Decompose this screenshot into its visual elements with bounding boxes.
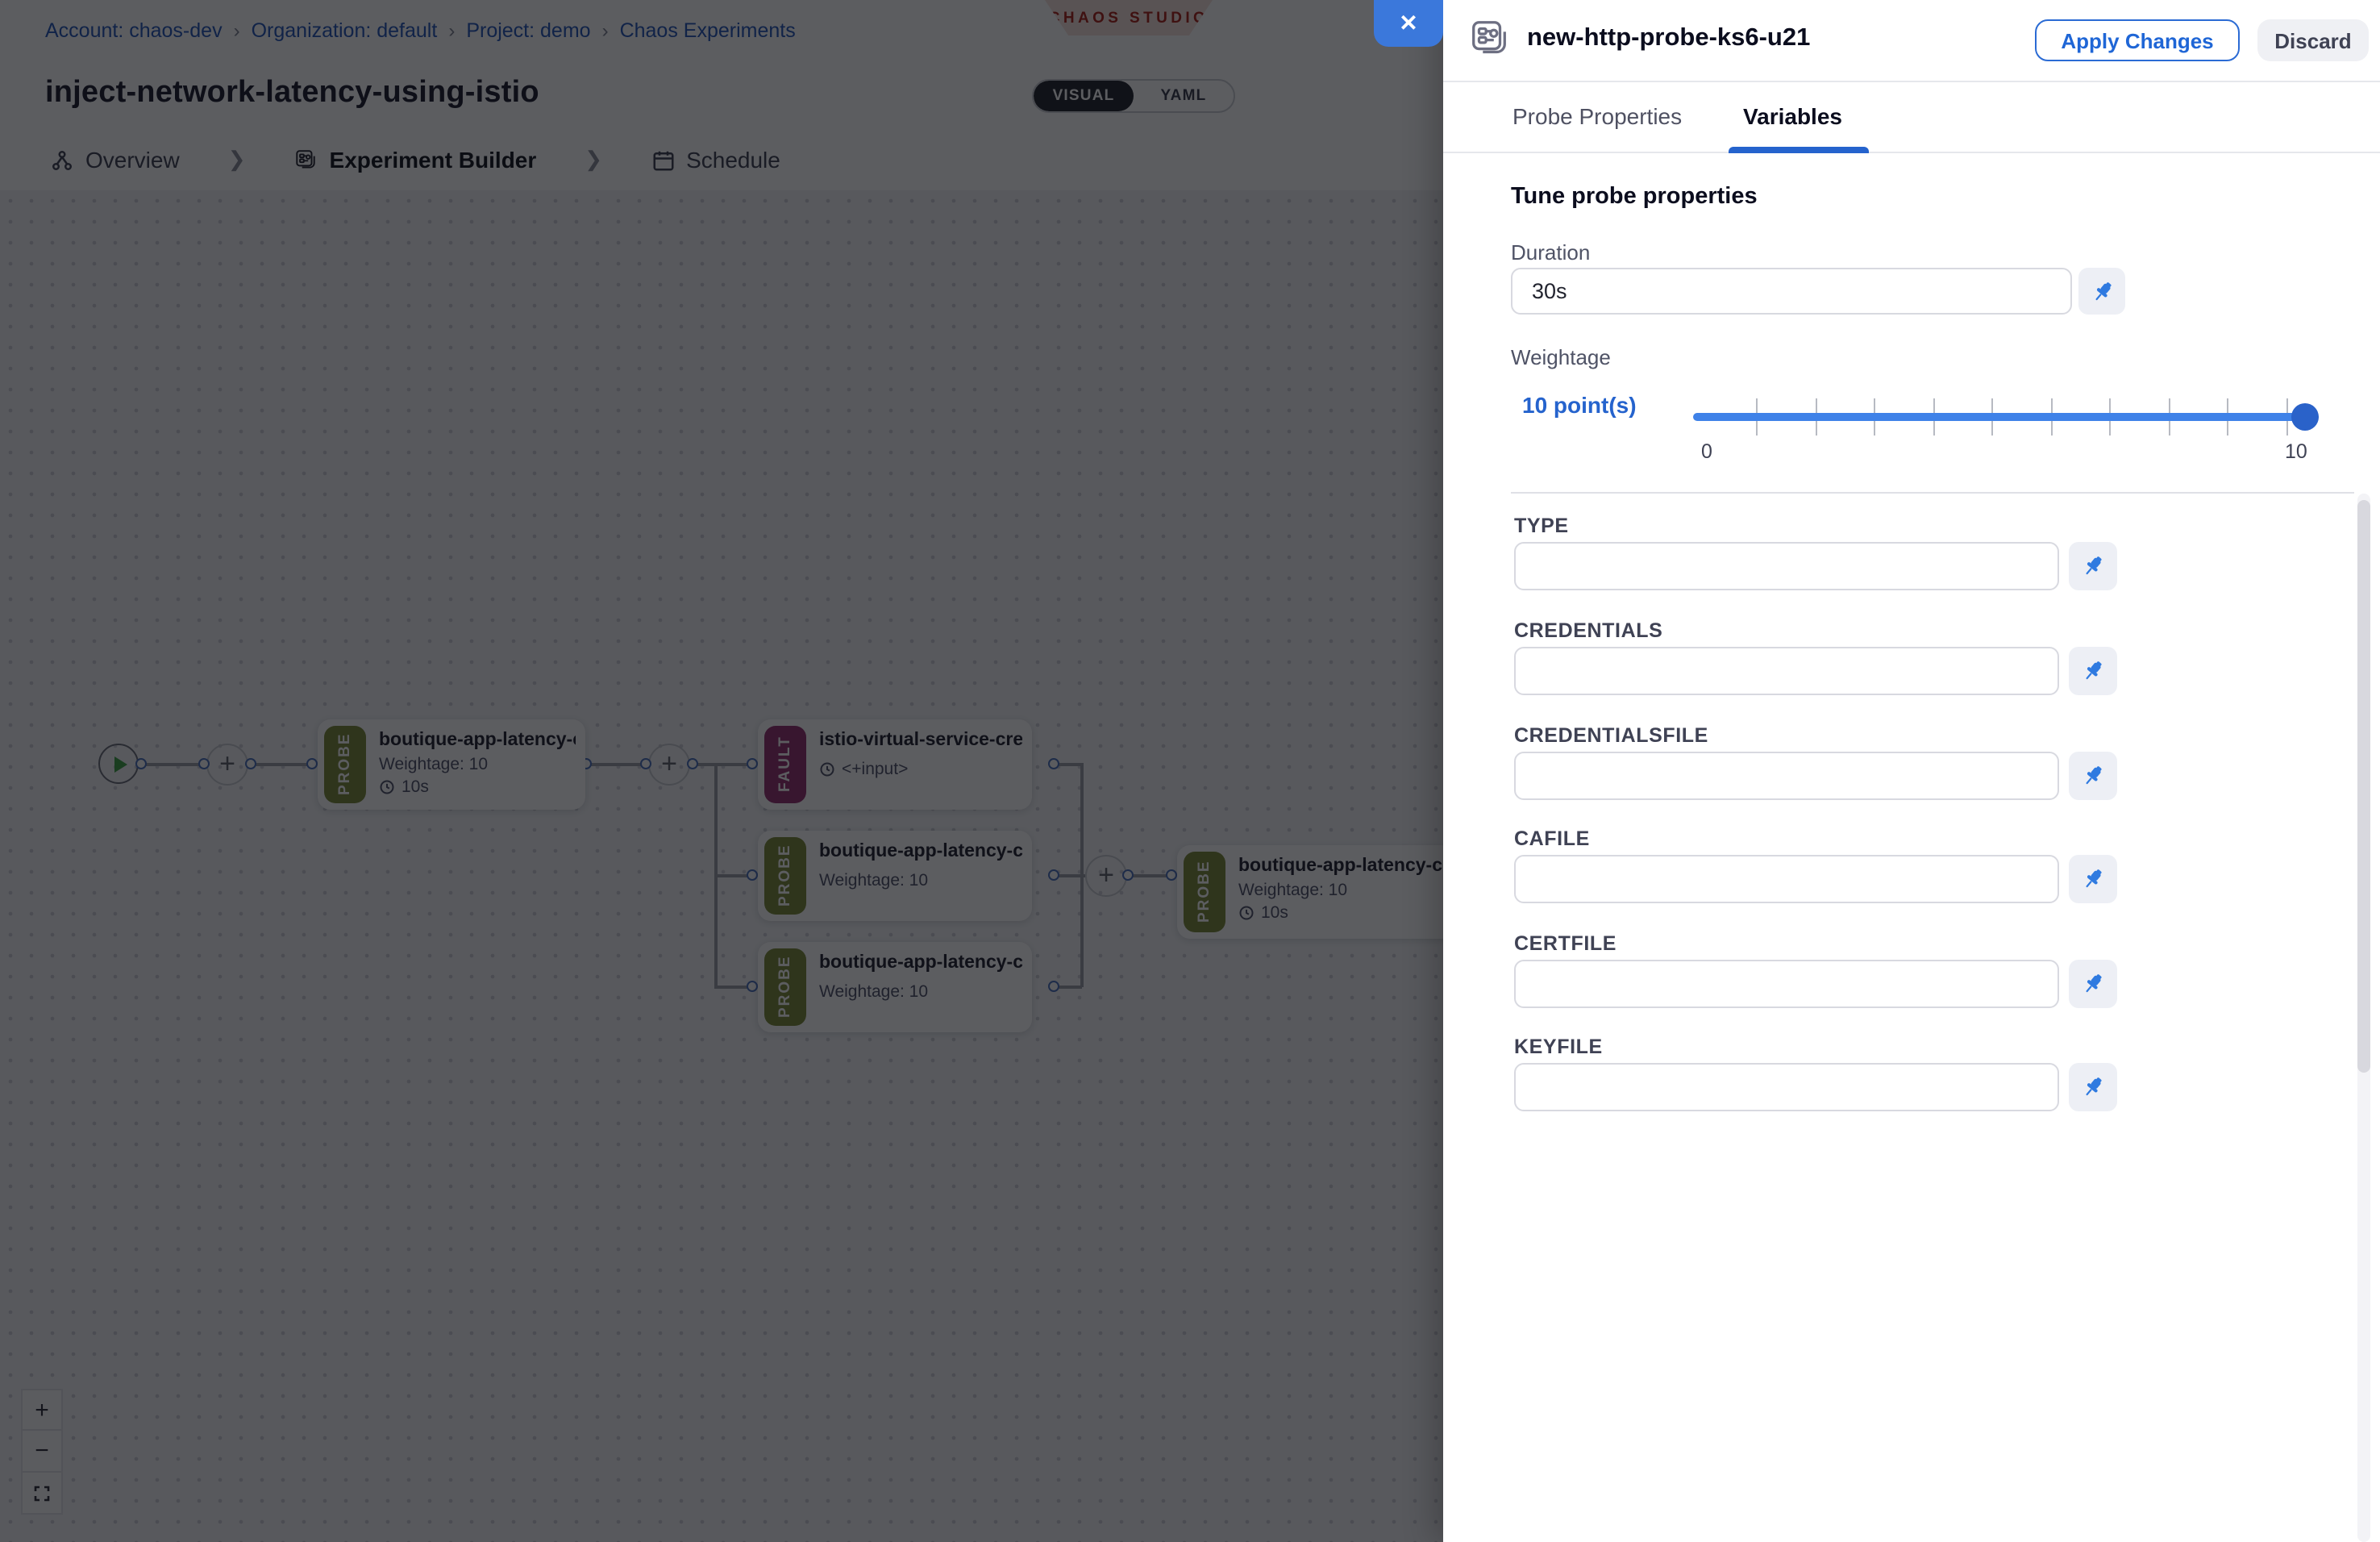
drawer-header: new-http-probe-ks6-u21 Apply Changes Dis… [1443, 0, 2380, 82]
certfile-label: CERTFILE [1514, 932, 1616, 955]
probe-icon [1467, 18, 1511, 61]
active-tab-underline [1729, 147, 1869, 153]
keyfile-label: KEYFILE [1514, 1036, 1603, 1058]
weightage-slider[interactable] [1693, 402, 2319, 432]
credentialsfile-input[interactable] [1514, 752, 2059, 800]
certfile-input[interactable] [1514, 960, 2059, 1008]
duration-input[interactable] [1511, 268, 2072, 315]
pin-icon [2080, 1074, 2106, 1100]
discard-button[interactable]: Discard [2257, 19, 2369, 61]
drawer-tab-bar: Probe Properties Variables [1443, 82, 2380, 153]
section-heading: Tune probe properties [1511, 184, 1758, 210]
close-drawer-button[interactable]: ✕ [1374, 0, 1443, 47]
pin-icon [2080, 763, 2106, 789]
section-divider [1511, 492, 2354, 494]
keyfile-input[interactable] [1514, 1063, 2059, 1111]
probe-config-drawer: new-http-probe-ks6-u21 Apply Changes Dis… [1443, 0, 2380, 1542]
keyfile-pin-button[interactable] [2069, 1063, 2117, 1111]
drawer-backdrop[interactable] [0, 0, 1443, 1542]
cafile-pin-button[interactable] [2069, 855, 2117, 903]
slider-min-label: 0 [1701, 440, 1712, 463]
weightage-value: 10 point(s) [1522, 392, 1637, 418]
certfile-pin-button[interactable] [2069, 960, 2117, 1008]
slider-track[interactable] [1693, 413, 2319, 421]
tab-probe-properties[interactable]: Probe Properties [1512, 103, 1682, 129]
credentials-label: CREDENTIALS [1514, 619, 1662, 642]
type-pin-button[interactable] [2069, 542, 2117, 590]
slider-max-label: 10 [2285, 440, 2307, 463]
credentialsfile-pin-button[interactable] [2069, 752, 2117, 800]
pin-icon [2080, 553, 2106, 579]
credentials-input[interactable] [1514, 647, 2059, 695]
pin-icon [2080, 866, 2106, 892]
duration-pin-button[interactable] [2078, 268, 2125, 315]
probe-name-title: new-http-probe-ks6-u21 [1527, 24, 1810, 53]
tab-variables[interactable]: Variables [1743, 103, 1842, 129]
pin-icon [2080, 971, 2106, 997]
pin-icon [2089, 278, 2115, 304]
drawer-scrollbar [2357, 494, 2370, 1542]
screen: Account: chaos-dev › Organization: defau… [0, 0, 2380, 1542]
credentials-pin-button[interactable] [2069, 647, 2117, 695]
type-label: TYPE [1514, 515, 1569, 537]
slider-thumb[interactable] [2291, 403, 2319, 431]
scrollbar-thumb[interactable] [2357, 500, 2370, 1073]
credentialsfile-label: CREDENTIALSFILE [1514, 724, 1708, 747]
pin-icon [2080, 658, 2106, 684]
type-input[interactable] [1514, 542, 2059, 590]
cafile-label: CAFILE [1514, 827, 1590, 850]
duration-label: Duration [1511, 240, 1590, 265]
cafile-input[interactable] [1514, 855, 2059, 903]
weightage-label: Weightage [1511, 345, 1611, 369]
apply-changes-button[interactable]: Apply Changes [2035, 19, 2240, 61]
